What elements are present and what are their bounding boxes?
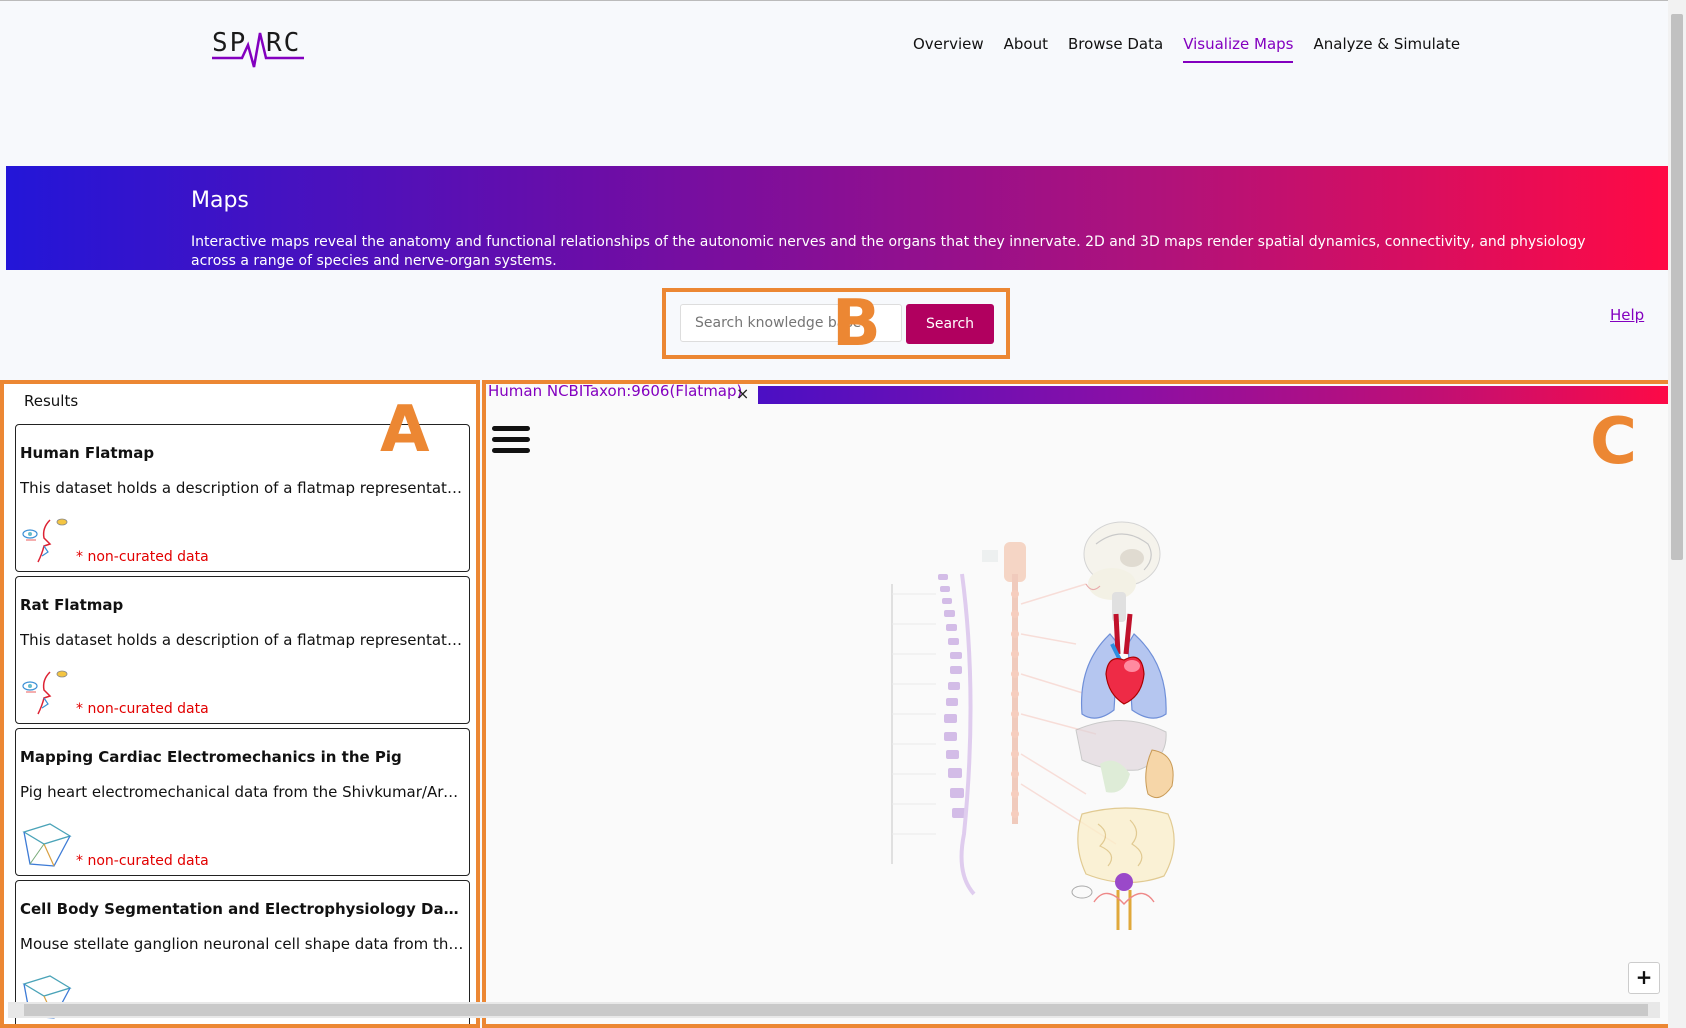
sparc-logo[interactable]: SP RC: [212, 27, 304, 73]
nav-overview[interactable]: Overview: [913, 35, 984, 63]
result-card[interactable]: Mapping Cardiac Electromechanics in the …: [15, 728, 470, 876]
annotation-label-c: C: [1590, 405, 1637, 479]
non-curated-note: * non-curated data: [76, 549, 209, 565]
maps-banner: Maps Interactive maps reveal the anatomy…: [6, 166, 1668, 270]
result-description: Mouse stellate ganglion neuronal cell sh…: [20, 935, 465, 953]
help-link[interactable]: Help: [1610, 306, 1644, 324]
result-card[interactable]: Rat Flatmap This dataset holds a descrip…: [15, 576, 470, 724]
nav-visualize-maps[interactable]: Visualize Maps: [1183, 35, 1294, 63]
result-title[interactable]: Rat Flatmap: [20, 596, 465, 614]
tab-gradient-bar: [758, 386, 1672, 404]
map-viewer-panel: Human NCBITaxon:9606(Flatmap) × C +: [482, 380, 1676, 1028]
horizontal-scrollbar-thumb[interactable]: [24, 1004, 1648, 1016]
result-description: This dataset holds a description of a fl…: [20, 479, 465, 497]
non-curated-note: * non-curated data: [76, 853, 209, 869]
hamburger-menu-icon[interactable]: [492, 426, 530, 458]
zoom-in-button[interactable]: +: [1628, 962, 1660, 994]
face-sketch-icon: [22, 518, 68, 563]
non-curated-note: * non-curated data: [76, 701, 209, 717]
vertical-scrollbar-thumb[interactable]: [1671, 14, 1683, 560]
top-header: SP RC Overview About Browse Data Visuali…: [0, 0, 1668, 167]
page-description: Interactive maps reveal the anatomy and …: [191, 234, 1586, 269]
results-panel: Results Human Flatmap This dataset holds…: [0, 380, 480, 1028]
svg-text:SP: SP: [212, 28, 247, 58]
svg-text:RC: RC: [266, 28, 301, 58]
nav-analyze-simulate[interactable]: Analyze & Simulate: [1313, 35, 1460, 63]
nav-about[interactable]: About: [1004, 35, 1048, 63]
cube-icon: [22, 823, 72, 867]
tab-close-icon[interactable]: ×: [736, 384, 749, 403]
face-sketch-icon: [22, 670, 68, 715]
result-title[interactable]: Mapping Cardiac Electromechanics in the …: [20, 748, 465, 766]
result-description: Pig heart electromechanical data from th…: [20, 783, 465, 801]
result-description: This dataset holds a description of a fl…: [20, 631, 465, 649]
tab-human-flatmap[interactable]: Human NCBITaxon:9606(Flatmap): [488, 384, 749, 400]
annotation-label-a: A: [380, 393, 430, 467]
annotation-label-b: B: [832, 287, 881, 361]
vertical-scrollbar[interactable]: [1668, 0, 1686, 1028]
horizontal-scrollbar[interactable]: [8, 1002, 1660, 1018]
nav-browse-data[interactable]: Browse Data: [1068, 35, 1163, 63]
human-body-flatmap[interactable]: [886, 514, 1246, 934]
logo-pulse-icon: SP RC: [212, 28, 304, 68]
result-title[interactable]: Cell Body Segmentation and Electrophysio…: [20, 900, 465, 918]
main-nav: Overview About Browse Data Visualize Map…: [913, 35, 1460, 63]
results-title: Results: [24, 392, 79, 410]
search-button[interactable]: Search: [906, 304, 994, 344]
page-title: Maps: [191, 188, 249, 213]
